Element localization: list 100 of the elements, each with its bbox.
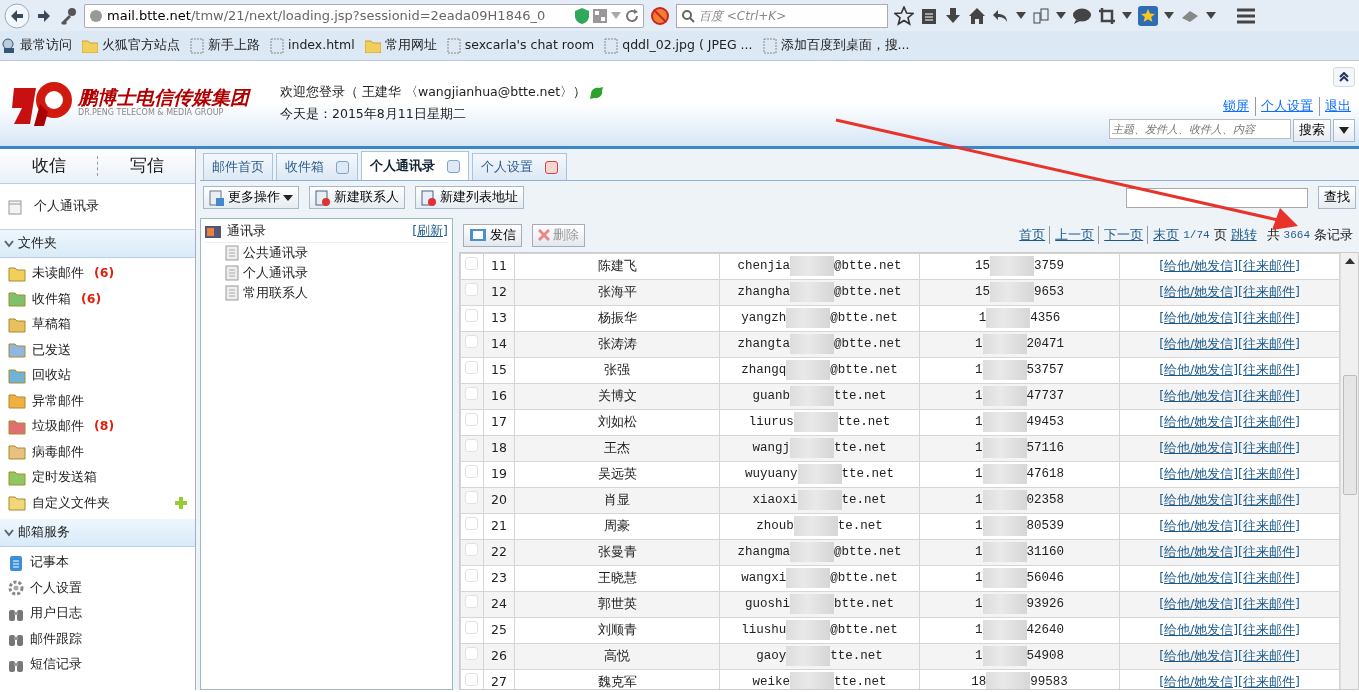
sidebar-item[interactable]: 收件箱 [8,289,71,309]
tab[interactable]: 收件箱 [276,153,358,180]
send-mail-link[interactable]: [给他/她发信] [1159,596,1239,612]
sidebar-item[interactable]: 邮件跟踪 [8,629,82,649]
bookmark-star-icon[interactable] [894,5,914,26]
sidebar-item[interactable]: 短信记录 [8,655,82,675]
history-link[interactable]: [往来邮件] [1238,544,1300,560]
pager-link[interactable]: 下一页 [1098,225,1144,245]
address-bar[interactable]: mail.btte.net/tmw/21/next/loading.jsp?sessionid=2eada09H1846_0 [84,3,644,28]
history-link[interactable]: [往来邮件] [1238,310,1300,326]
crop-icon[interactable] [1098,6,1116,25]
send-mail-link[interactable]: [给他/她发信] [1159,362,1239,378]
row-checkbox[interactable] [465,439,478,452]
history-link[interactable]: [往来邮件] [1238,570,1300,586]
tab[interactable]: 个人设置 [472,153,567,180]
header-link[interactable]: 退出 [1319,97,1351,116]
row-checkbox[interactable] [465,361,478,374]
history-link[interactable]: [往来邮件] [1238,622,1300,638]
send-mail-link[interactable]: [给他/她发信] [1159,336,1239,352]
section-header[interactable]: 邮箱服务 [0,519,195,547]
bookmark[interactable]: 新手上路 [190,36,260,55]
send-mail-link[interactable]: [给他/她发信] [1159,466,1239,482]
tree-node[interactable]: 常用联系人 [205,283,448,303]
history-link[interactable]: [往来邮件] [1238,674,1300,689]
row-checkbox[interactable] [465,569,478,582]
refresh-link[interactable]: [刷新] [412,222,448,241]
home-icon[interactable] [968,6,986,25]
row-checkbox[interactable] [465,283,478,296]
bookmark[interactable]: 添加百度到桌面，搜... [762,36,910,55]
toolbar-button[interactable]: 新建列表地址 [415,186,524,209]
sidebar-item[interactable]: 定时发送箱 [8,468,97,488]
mail-search-field[interactable]: 主题、发件人、收件人、内容 [1109,119,1291,139]
search-options-button[interactable] [1333,119,1355,142]
section-header[interactable]: 文件夹 [0,230,195,258]
sidebar-item[interactable]: 异常邮件 [8,391,84,411]
send-mail-link[interactable]: [给他/她发信] [1159,414,1239,430]
row-checkbox[interactable] [465,413,478,426]
collapse-button[interactable] [1333,67,1355,87]
send-mail-link[interactable]: [给他/她发信] [1159,388,1239,404]
toolbar-button[interactable]: 更多操作 [203,186,299,209]
send-mail-link[interactable]: [给他/她发信] [1159,258,1239,274]
row-checkbox[interactable] [465,335,478,348]
sidebar-item[interactable]: 病毒邮件 [8,442,84,462]
sidebar-item[interactable]: 未读邮件 [8,264,84,284]
history-link[interactable]: [往来邮件] [1238,492,1300,508]
sidebar-item[interactable]: 个人设置 [8,578,82,598]
history-link[interactable]: [往来邮件] [1238,466,1300,482]
send-mail-link[interactable]: [给他/她发信] [1159,284,1239,300]
scrollbar-thumb[interactable] [1342,375,1357,495]
menu-icon[interactable] [1236,6,1256,25]
row-checkbox[interactable] [465,517,478,530]
compose-button[interactable]: 写信 [98,152,195,180]
jump-link[interactable]: 跳转 [1230,225,1257,245]
history-link[interactable]: [往来邮件] [1238,284,1300,300]
dropdown-icon[interactable] [1206,11,1216,20]
tree-node[interactable]: 公共通讯录 [205,243,448,263]
toolbar-button[interactable]: 新建联系人 [309,186,405,209]
row-checkbox[interactable] [465,387,478,400]
download-icon[interactable] [944,6,962,25]
reload-icon[interactable] [625,8,639,23]
send-button[interactable]: 发信 [463,223,522,247]
tab[interactable]: 个人通讯录 [361,151,469,180]
row-checkbox[interactable] [465,465,478,478]
shield-icon[interactable] [575,7,589,24]
history-link[interactable]: [往来邮件] [1238,596,1300,612]
bookmark[interactable]: 常用网址 [364,36,437,55]
history-link[interactable]: [往来邮件] [1238,440,1300,456]
tab[interactable]: 邮件首页 [203,153,273,180]
header-link[interactable]: 锁屏 [1223,97,1249,116]
dropdown-icon[interactable] [1122,11,1132,20]
bookmark[interactable]: index.html [270,36,355,55]
clipboard-icon[interactable] [920,6,938,25]
forward-icon[interactable] [36,7,52,24]
send-mail-link[interactable]: [给他/她发信] [1159,518,1239,534]
close-icon[interactable] [545,160,558,174]
blocked-icon[interactable] [650,5,670,26]
send-mail-link[interactable]: [给他/她发信] [1159,648,1239,664]
row-checkbox[interactable] [465,595,478,608]
send-mail-link[interactable]: [给他/她发信] [1159,544,1239,560]
pager-link[interactable]: 末页 [1147,225,1180,245]
tree-node[interactable]: 通讯录 [205,222,266,241]
history-link[interactable]: [往来邮件] [1238,648,1300,664]
send-mail-link[interactable]: [给他/她发信] [1159,310,1239,326]
pager-link[interactable]: 上一页 [1049,225,1095,245]
tree-node[interactable]: 个人通讯录 [205,263,448,283]
row-checkbox[interactable] [465,309,478,322]
history-link[interactable]: [往来邮件] [1238,518,1300,534]
history-link[interactable]: [往来邮件] [1238,414,1300,430]
find-field[interactable] [1126,187,1308,208]
bookmark[interactable]: 最常访问 [2,36,72,55]
history-link[interactable]: [往来邮件] [1238,388,1300,404]
pager-link[interactable]: 首页 [1019,225,1046,245]
sidebar-item[interactable]: 草稿箱 [8,315,71,335]
scroll-up-icon[interactable] [1344,257,1355,265]
row-checkbox[interactable] [465,543,478,556]
history-link[interactable]: [往来邮件] [1238,336,1300,352]
search-button[interactable]: 搜索 [1293,119,1331,142]
devices-icon[interactable] [1032,6,1050,25]
history-link[interactable]: [往来邮件] [1238,362,1300,378]
chat-bubble-icon[interactable] [1072,6,1092,25]
